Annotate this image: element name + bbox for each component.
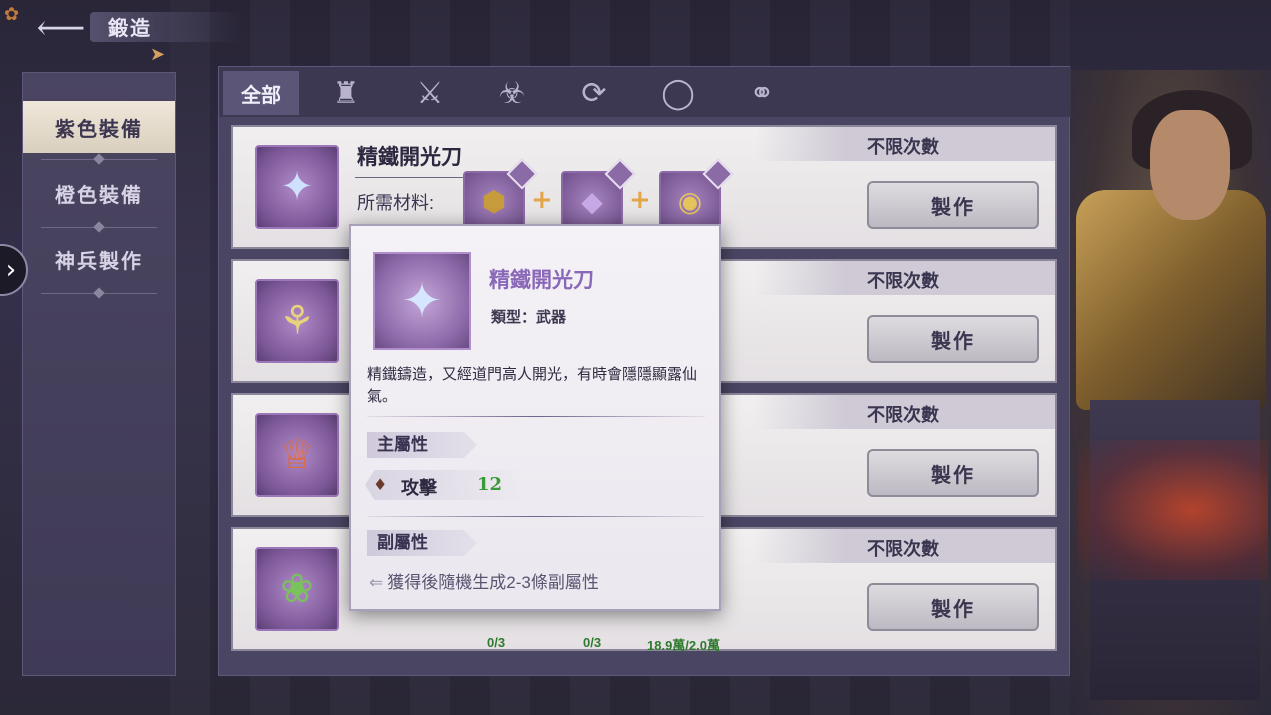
tooltip-item-name: 精鐵開光刀 — [489, 267, 594, 292]
craft-button[interactable]: 製作 — [867, 181, 1039, 229]
sword-icon[interactable]: ⚔ — [395, 71, 465, 115]
jade-pendant-icon[interactable]: ❀ — [255, 547, 339, 631]
material-count: 0/3 — [583, 635, 602, 650]
sidebar-item-orange-equipment[interactable]: 橙色裝備 — [23, 167, 175, 219]
tooltip-divider — [367, 516, 705, 517]
stat-label: 攻擊 — [401, 478, 437, 499]
craft-limit-text: 不限次數 — [867, 405, 939, 425]
materials-label: 所需材料: — [357, 193, 435, 213]
crown-icon[interactable]: ♕ — [255, 413, 339, 497]
tooltip-item-type: 類型：武器 — [491, 308, 567, 326]
sword-icon: ✦ — [373, 252, 471, 350]
helmet-icon[interactable]: ♜ — [311, 71, 381, 115]
attack-icon: ♦ — [373, 475, 388, 494]
recipe-name: 精鐵開光刀 — [357, 144, 462, 169]
sub-attribute-header: 副屬性 — [367, 530, 477, 556]
ore-icon[interactable]: ⬢ — [463, 158, 538, 231]
craft-button[interactable]: 製作 — [867, 449, 1039, 497]
material-count: 0/3 — [487, 635, 506, 650]
arrow-decor-icon: ➤ — [150, 44, 166, 65]
category-tabs: 全部 ♜ ⚔ ☣ ⟳ ◯ ⚭ — [219, 67, 1071, 117]
add-material-badge[interactable] — [702, 158, 734, 190]
page-title: 鍛造 — [108, 16, 152, 40]
side-divider-dot — [93, 153, 105, 165]
plus-icon: + — [531, 185, 553, 215]
tooltip-divider — [367, 416, 705, 417]
necklace-icon[interactable]: ⚭ — [727, 71, 797, 115]
character-flame-effect — [1078, 440, 1268, 580]
craft-limit-text: 不限次數 — [867, 271, 939, 291]
craft-button[interactable]: 製作 — [867, 315, 1039, 363]
item-tooltip: ✦ 精鐵開光刀 類型：武器 精鐵鑄造，又經道門高人開光，有時會隱隱顯露仙氣。 主… — [349, 224, 721, 611]
tooltip-description: 精鐵鑄造，又經道門高人開光，有時會隱隱顯露仙氣。 — [367, 366, 698, 405]
sub-attribute-desc: 獲得後隨機生成2-3條副屬性 — [387, 573, 599, 592]
side-panel: 紫色裝備 橙色裝備 神兵製作 — [22, 72, 176, 676]
material-count: 18.9萬/2.0萬 — [647, 638, 720, 653]
character-face — [1150, 110, 1230, 220]
stat-value: 12 — [477, 474, 503, 495]
crystal-icon[interactable]: ◆ — [561, 158, 636, 231]
character-armor — [1076, 190, 1266, 410]
craft-button[interactable]: 製作 — [867, 583, 1039, 631]
main-attribute-header: 主屬性 — [367, 432, 477, 458]
back-arrow-icon[interactable]: ⟵ — [26, 8, 96, 48]
maple-leaf-icon: ✿ — [4, 4, 20, 25]
side-divider-dot — [93, 287, 105, 299]
tab-all[interactable]: 全部 — [223, 71, 299, 115]
armor-icon[interactable]: ☣ — [477, 71, 547, 115]
plus-icon: + — [629, 185, 651, 215]
sword-icon[interactable]: ✦ — [255, 145, 339, 229]
sidebar-item-divine-weapon[interactable]: 神兵製作 — [23, 233, 175, 285]
craft-limit-text: 不限次數 — [867, 539, 939, 559]
recipe-divider — [355, 177, 475, 178]
belt-icon[interactable]: ⟳ — [559, 71, 629, 115]
side-divider-dot — [93, 221, 105, 233]
coin-icon[interactable]: ◉ — [659, 158, 734, 231]
sub-attribute-text: ⇐ 獲得後隨機生成2-3條副屬性 — [369, 568, 599, 593]
craft-limit-text: 不限次數 — [867, 137, 939, 157]
top-bar: ⟵ 鍛造 — [0, 0, 260, 60]
arrow-left-icon: ⇐ — [369, 573, 384, 593]
ring-icon[interactable]: ◯ — [643, 71, 713, 115]
sidebar-item-purple-equipment[interactable]: 紫色裝備 — [23, 101, 175, 153]
chest-armor-icon[interactable]: ⚘ — [255, 279, 339, 363]
